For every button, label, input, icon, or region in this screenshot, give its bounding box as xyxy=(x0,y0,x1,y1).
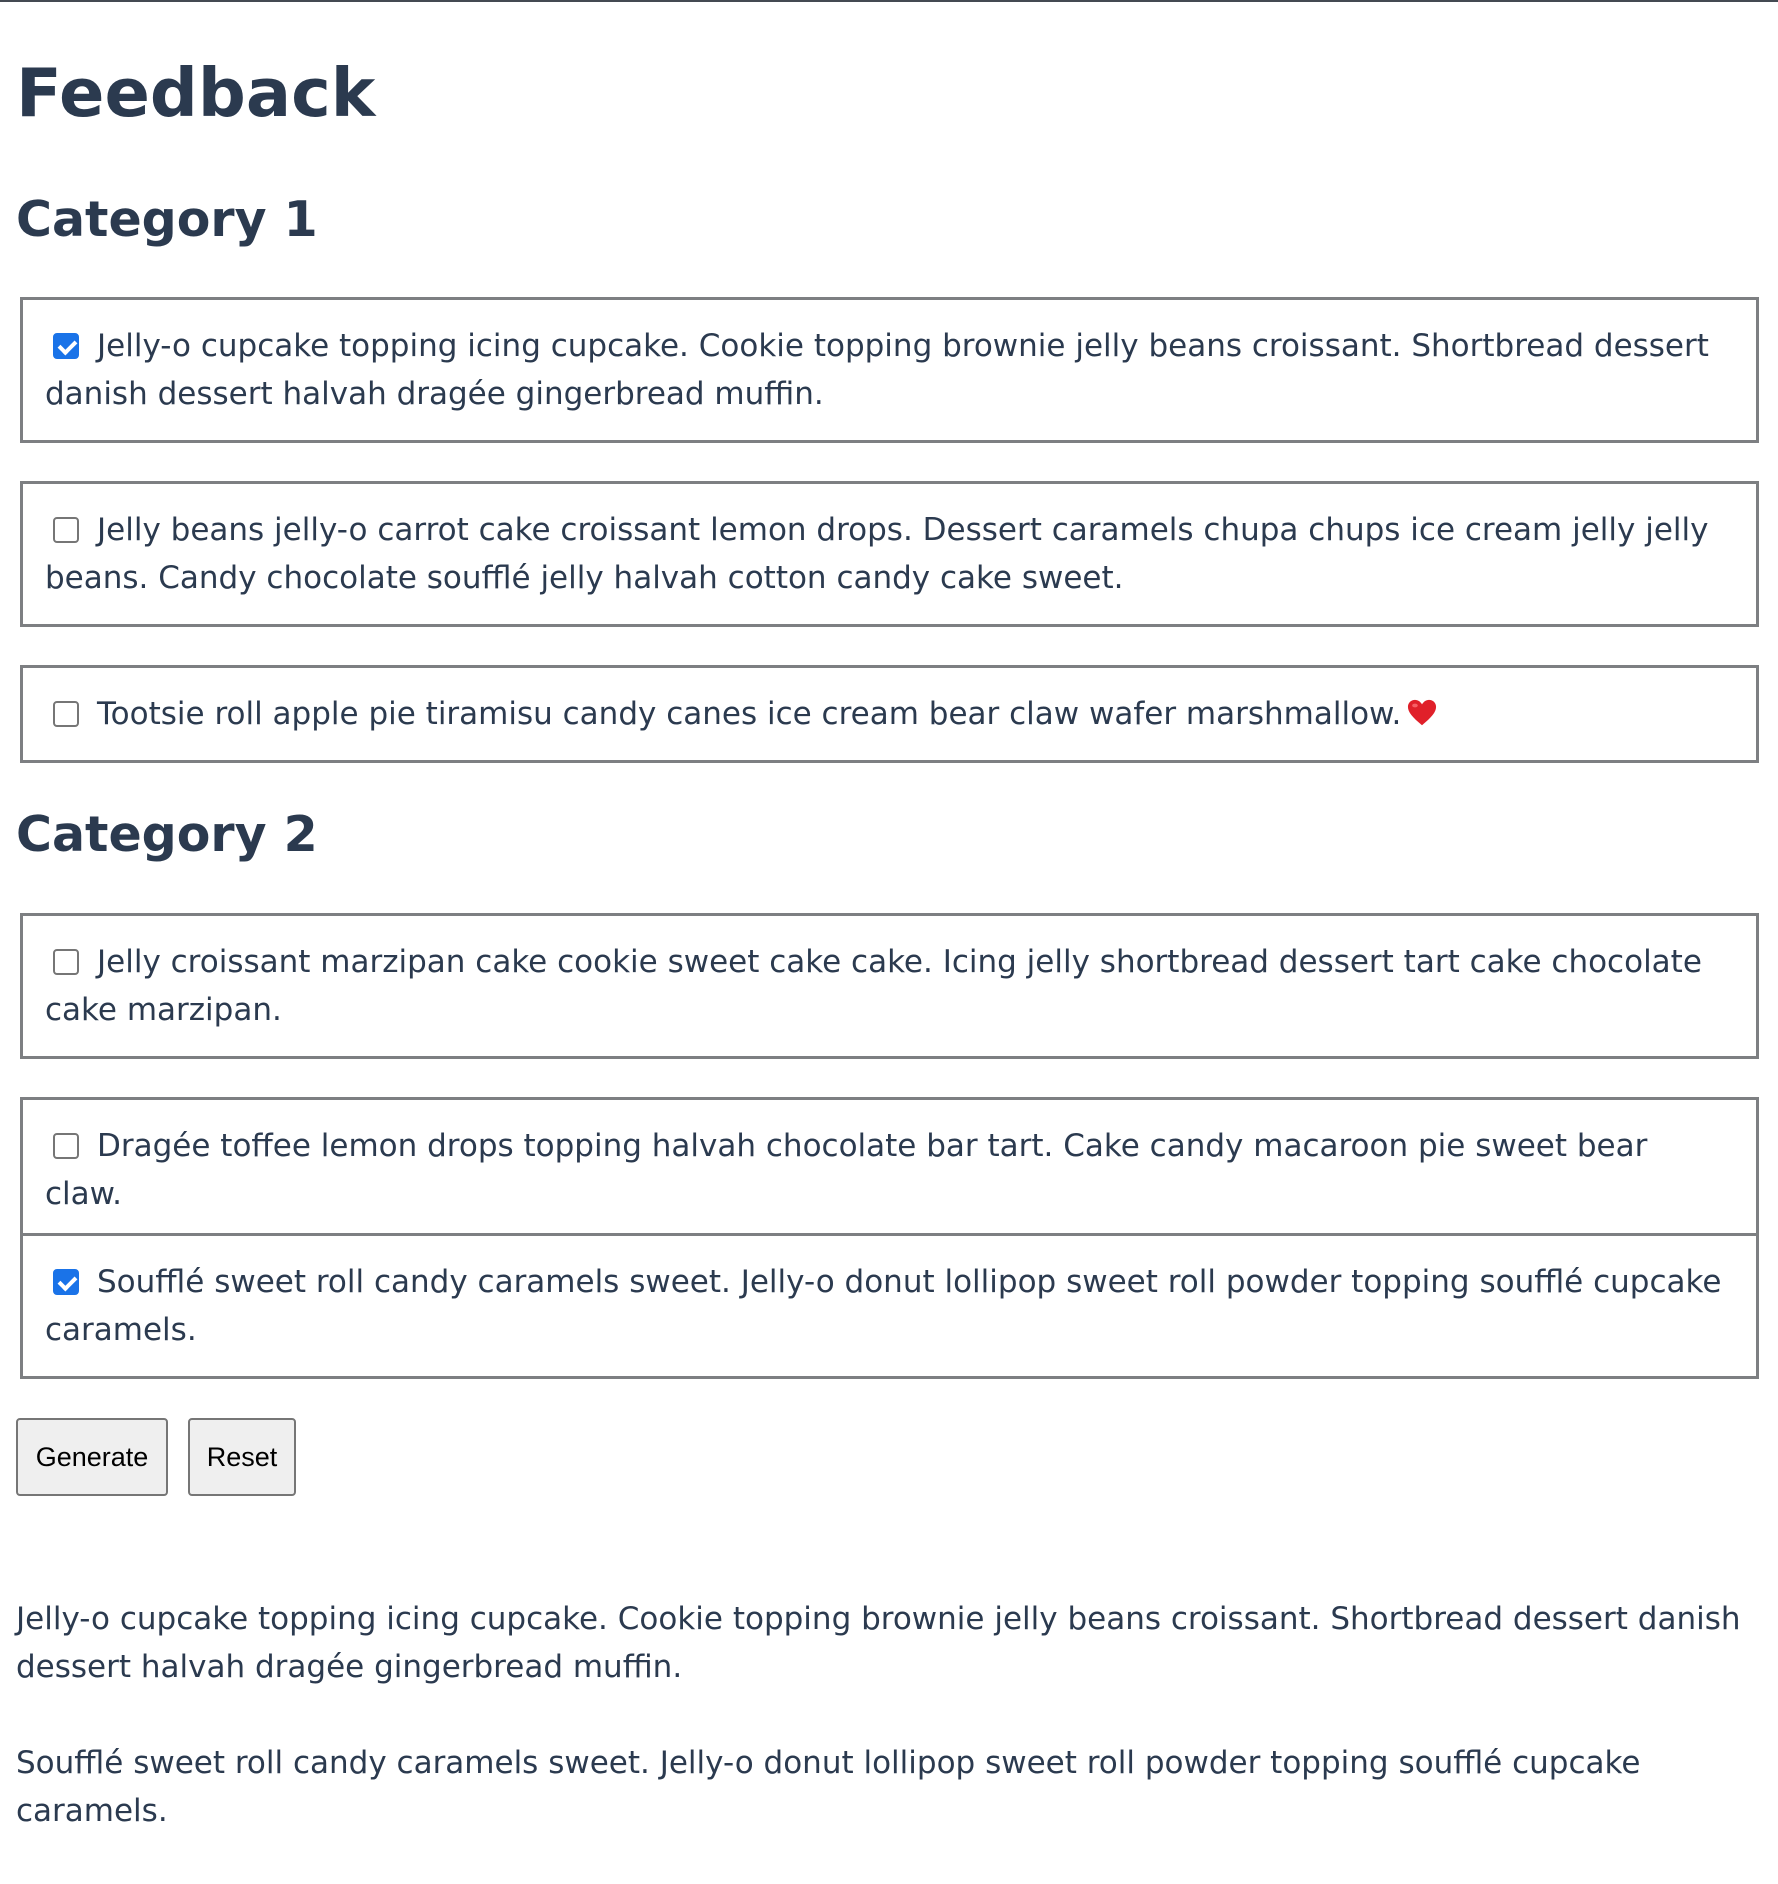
output-paragraph-2: Soufflé sweet roll candy caramels sweet.… xyxy=(16,1745,1641,1829)
category-2-option-3[interactable]: Soufflé sweet roll candy caramels sweet.… xyxy=(20,1233,1759,1379)
option-text: Jelly beans jelly-o carrot cake croissan… xyxy=(45,512,1709,596)
option-text: Soufflé sweet roll candy caramels sweet.… xyxy=(45,1264,1722,1348)
category-1-option-2[interactable]: Jelly beans jelly-o carrot cake croissan… xyxy=(20,481,1759,627)
category-2-heading: Category 2 xyxy=(16,806,318,863)
page-title: Feedback xyxy=(16,54,376,132)
option-text: Jelly-o cupcake topping icing cupcake. C… xyxy=(45,328,1709,412)
checkbox-unchecked[interactable] xyxy=(53,1133,79,1159)
category-1-heading: Category 1 xyxy=(16,191,318,248)
checkbox-unchecked[interactable] xyxy=(53,701,79,727)
category-1-option-3[interactable]: Tootsie roll apple pie tiramisu candy ca… xyxy=(20,665,1759,763)
option-text: Dragée toffee lemon drops topping halvah… xyxy=(45,1128,1648,1212)
generate-button[interactable]: Generate xyxy=(16,1418,168,1496)
checkbox-checked[interactable] xyxy=(53,333,79,359)
category-2-option-1[interactable]: Jelly croissant marzipan cake cookie swe… xyxy=(20,913,1759,1059)
output-paragraph-1: Jelly-o cupcake topping icing cupcake. C… xyxy=(16,1601,1741,1685)
checkbox-unchecked[interactable] xyxy=(53,517,79,543)
checkbox-checked[interactable] xyxy=(53,1269,79,1295)
category-1-option-1[interactable]: Jelly-o cupcake topping icing cupcake. C… xyxy=(20,297,1759,443)
category-2-option-2[interactable]: Dragée toffee lemon drops topping halvah… xyxy=(20,1097,1759,1243)
heart-icon xyxy=(1408,699,1437,726)
option-text: Tootsie roll apple pie tiramisu candy ca… xyxy=(97,696,1402,732)
option-text: Jelly croissant marzipan cake cookie swe… xyxy=(45,944,1702,1028)
checkbox-unchecked[interactable] xyxy=(53,949,79,975)
reset-button[interactable]: Reset xyxy=(188,1418,296,1496)
